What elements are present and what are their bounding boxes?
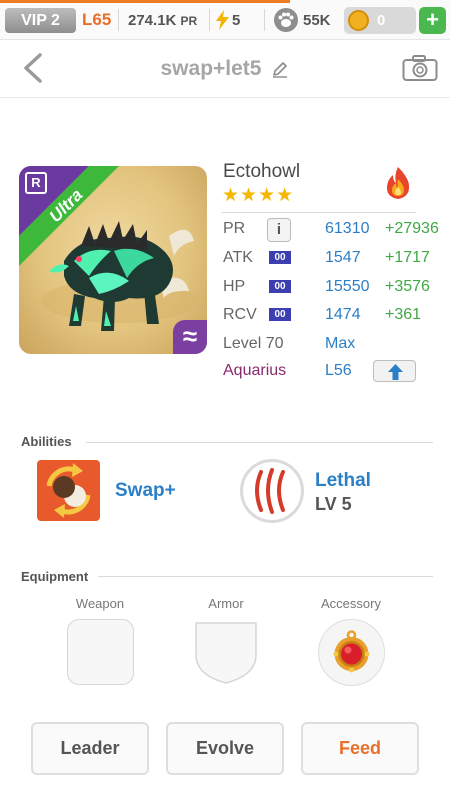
stat-label-rcv: RCV <box>223 306 257 323</box>
title-group: swap+let5 <box>0 40 450 98</box>
hp-rune-icon[interactable]: 00 <box>269 280 291 293</box>
accessory-label: Accessory <box>321 596 381 611</box>
ruby-amulet-icon <box>333 630 370 673</box>
armor-label: Armor <box>208 596 244 611</box>
evolve-button[interactable]: Evolve <box>166 722 284 775</box>
stat-bonus-hp: +3576 <box>385 278 430 295</box>
team-power-value: 274.1K <box>128 12 177 29</box>
stat-label-hp: HP <box>223 278 246 295</box>
stat-value-pr: 61310 <box>325 220 370 237</box>
paw-icon <box>274 8 298 32</box>
claw-marks-icon[interactable] <box>240 459 304 523</box>
stat-label-atk: ATK <box>223 249 253 266</box>
divider <box>209 9 210 31</box>
lightning-icon <box>216 10 229 30</box>
level-value: Max <box>325 335 356 352</box>
team-power-unit: PR <box>180 14 198 28</box>
up-arrow-icon <box>388 364 403 380</box>
ability-name-lethal[interactable]: Lethal <box>315 470 371 492</box>
food-value: 55K <box>303 12 331 29</box>
accessory-slot[interactable] <box>318 619 385 686</box>
stat-value-atk: 1547 <box>325 249 361 266</box>
divider <box>118 9 119 31</box>
team-power: 274.1K PR <box>128 10 197 32</box>
add-coins-button[interactable]: + <box>419 7 446 34</box>
abilities-heading: Abilities <box>21 434 72 449</box>
coin-value: 0 <box>377 12 386 29</box>
fire-element-icon <box>386 167 410 199</box>
divider <box>264 9 265 31</box>
stat-bonus-pr: +27936 <box>385 220 439 237</box>
equipment-heading: Equipment <box>21 569 89 584</box>
page-header: swap+let5 <box>0 40 450 98</box>
ability-level-lethal: LV 5 <box>315 494 352 514</box>
energy-progress-strip <box>0 0 290 3</box>
water-wave-icon: ≈ <box>173 320 207 354</box>
coin-counter[interactable]: 0 <box>344 7 416 34</box>
zodiac-sign: Aquarius <box>223 362 287 379</box>
stat-bonus-atk: +1717 <box>385 249 430 266</box>
coin-icon <box>348 10 369 31</box>
weapon-label: Weapon <box>75 596 125 611</box>
atk-rune-icon[interactable]: 00 <box>269 251 291 264</box>
name-divider <box>222 212 416 213</box>
vip-badge[interactable]: VIP 2 <box>5 8 76 33</box>
armor-slot[interactable] <box>193 619 259 685</box>
stat-value-rcv: 1474 <box>325 306 361 323</box>
level-label: Level 70 <box>223 335 284 352</box>
energy-counter[interactable]: 5 <box>216 9 240 31</box>
stat-value-hp: 15550 <box>325 278 370 295</box>
edit-pencil-icon[interactable] <box>271 60 289 78</box>
power-info-button[interactable]: i <box>267 218 291 242</box>
resource-bar: VIP 2 L65 274.1K PR 5 55K 0 + <box>0 0 450 40</box>
shield-slot-icon <box>195 622 257 684</box>
monster-name: Ectohowl <box>223 161 301 182</box>
camera-icon[interactable] <box>402 54 438 82</box>
zodiac-level: L56 <box>325 362 352 379</box>
stat-bonus-rcv: +361 <box>385 306 422 323</box>
player-level: L65 <box>82 10 112 29</box>
rcv-rune-icon[interactable]: 00 <box>269 308 291 321</box>
stat-label-pr: PR <box>223 220 246 237</box>
equipment-divider <box>98 576 433 577</box>
energy-value: 5 <box>232 11 241 29</box>
monster-portrait[interactable]: R Ultra ≈ <box>19 166 207 354</box>
leader-button[interactable]: Leader <box>31 722 149 775</box>
rank-badge: R <box>25 172 47 194</box>
ability-name-swap[interactable]: Swap+ <box>115 480 176 502</box>
abilities-divider <box>86 442 433 443</box>
feed-button[interactable]: Feed <box>301 722 419 775</box>
upgrade-sign-button[interactable] <box>373 360 416 382</box>
weapon-slot[interactable] <box>67 619 134 685</box>
star-rating: ★★★★ <box>222 185 295 206</box>
swap-arrows-icon[interactable] <box>37 460 100 521</box>
page-title[interactable]: swap+let5 <box>161 57 262 81</box>
